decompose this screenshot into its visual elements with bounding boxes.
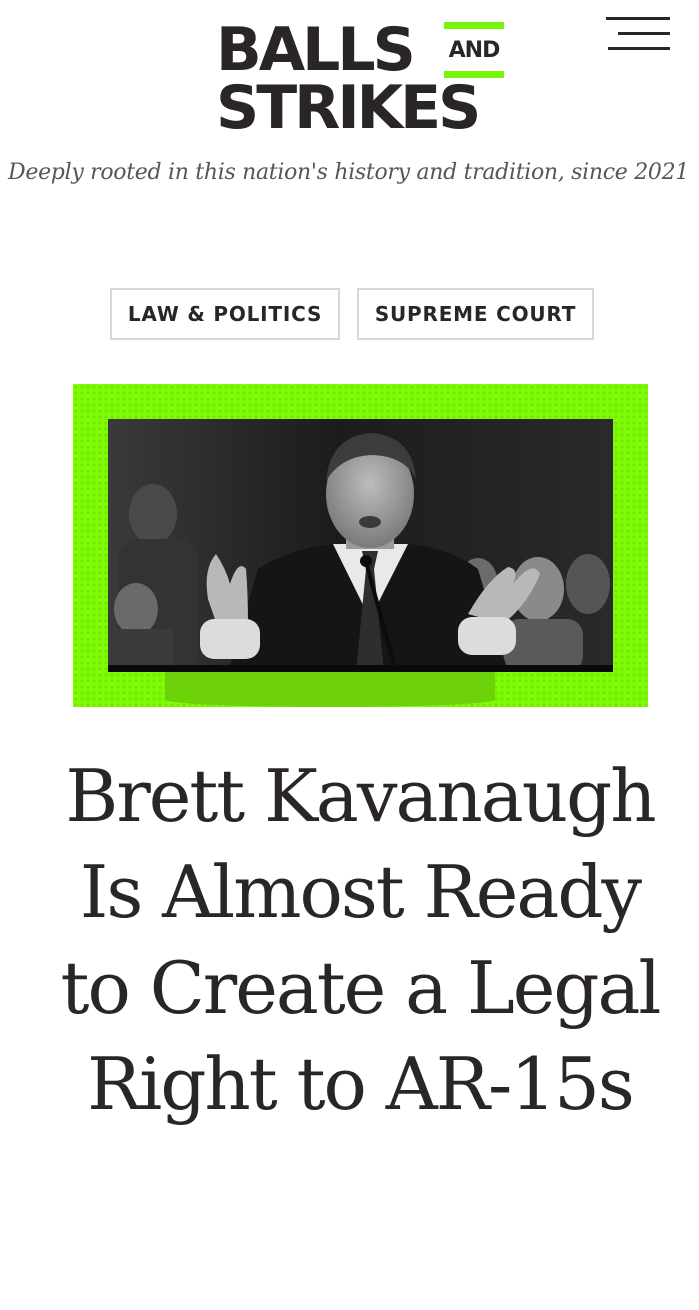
hero-photo (108, 419, 613, 672)
logo-balls-text: BALLS (216, 15, 416, 85)
menu-line (606, 17, 670, 20)
tag-law-politics[interactable]: LAW & POLITICS (110, 288, 340, 340)
hero-accent-band (165, 670, 495, 707)
category-tags: LAW & POLITICS SUPREME COURT (0, 288, 699, 344)
hamburger-menu-icon[interactable] (604, 14, 670, 54)
site-logo[interactable]: BALLS AND STRIKES (216, 20, 508, 138)
logo-and-text: AND (444, 22, 504, 78)
hero-image (73, 384, 648, 707)
menu-line (608, 47, 670, 50)
tag-supreme-court[interactable]: SUPREME COURT (357, 288, 594, 340)
site-tagline: Deeply rooted in this nation's history a… (8, 160, 689, 185)
menu-line (618, 32, 670, 35)
logo-strikes-text: STRIKES (216, 73, 481, 143)
article-headline: Brett Kavanaugh Is Almost Ready to Creat… (60, 754, 662, 1126)
